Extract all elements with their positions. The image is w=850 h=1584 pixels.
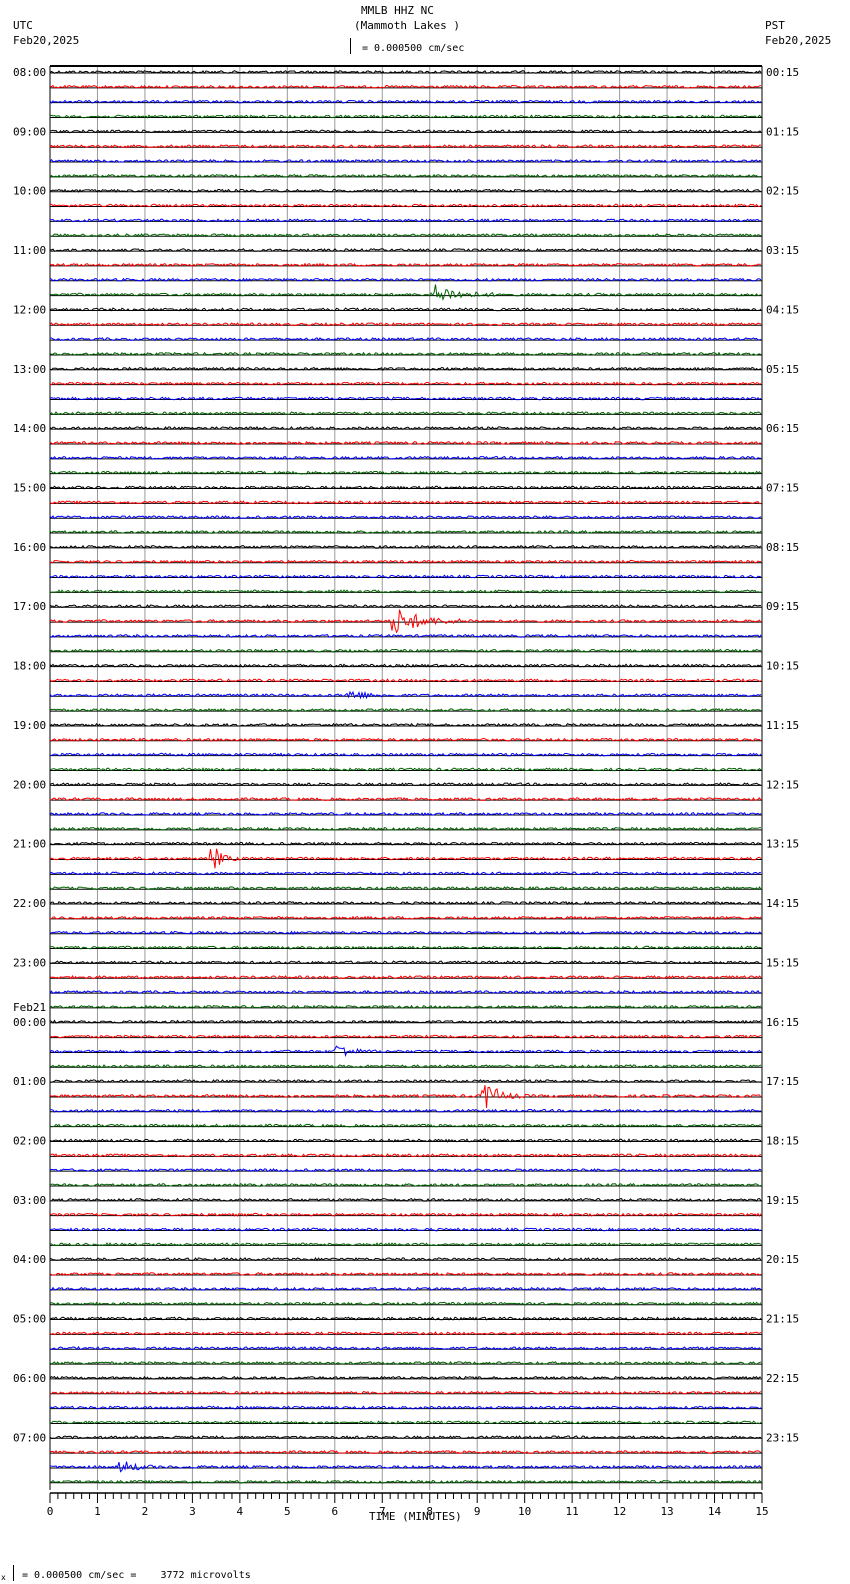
utc-hour-label: 08:00 (13, 66, 46, 79)
x-tick-label: 12 (613, 1505, 626, 1518)
utc-hour-label: 21:00 (13, 838, 46, 851)
pst-hour-label: 15:15 (766, 956, 799, 969)
utc-hour-label: 05:00 (13, 1313, 46, 1326)
pst-hour-label: 13:15 (766, 838, 799, 851)
seismic-trace (50, 1079, 762, 1084)
pst-hour-label: 01:15 (766, 125, 799, 138)
pst-hour-label: 22:15 (766, 1372, 799, 1385)
utc-hour-label: 20:00 (13, 778, 46, 791)
utc-hour-label: 11:00 (13, 244, 46, 257)
utc-hour-label: 17:00 (13, 600, 46, 613)
utc-hour-label: 10:00 (13, 185, 46, 198)
pst-hour-label: 18:15 (766, 1134, 799, 1147)
seismic-trace (49, 284, 762, 301)
pst-hour-label: 10:15 (766, 660, 799, 673)
utc-hour-label: 03:00 (13, 1194, 46, 1207)
pst-hour-label: 17:15 (766, 1075, 799, 1088)
utc-hour-label: 23:00 (13, 956, 46, 969)
x-axis-label: TIME (MINUTES) (369, 1510, 462, 1523)
pst-hour-label: 20:15 (766, 1253, 799, 1266)
x-tick-label: 6 (331, 1505, 338, 1518)
x-tick-label: 4 (237, 1505, 244, 1518)
x-tick-label: 2 (142, 1505, 149, 1518)
pst-hour-label: 08:15 (766, 541, 799, 554)
x-tick-label: 15 (755, 1505, 768, 1518)
seismic-trace (49, 663, 762, 668)
utc-hour-label: 01:00 (13, 1075, 46, 1088)
utc-hour-label: 18:00 (13, 660, 46, 673)
pst-hour-label: 16:15 (766, 1016, 799, 1029)
seismic-trace (49, 366, 762, 372)
seismic-trace (49, 690, 762, 700)
pst-hour-label: 23:15 (766, 1431, 799, 1444)
footer-scale-text: = 0.000500 cm/sec = 3772 microvolts (22, 1570, 251, 1581)
x-tick-label: 5 (284, 1505, 291, 1518)
x-tick-label: 3 (189, 1505, 196, 1518)
utc-hour-label: 06:00 (13, 1372, 46, 1385)
pst-hour-label: 19:15 (766, 1194, 799, 1207)
utc-hour-label: 00:00 (13, 1016, 46, 1029)
footer-scale-bar-icon (13, 1565, 17, 1581)
x-tick-label: 10 (518, 1505, 531, 1518)
seismic-trace (49, 871, 762, 876)
utc-hour-label: 15:00 (13, 482, 46, 495)
utc-hour-label: 14:00 (13, 422, 46, 435)
utc-hour-label: 12:00 (13, 303, 46, 316)
utc-hour-label: 19:00 (13, 719, 46, 732)
x-tick-label: 11 (566, 1505, 579, 1518)
utc-hour-label: 09:00 (13, 125, 46, 138)
seismic-trace (49, 609, 762, 634)
pst-hour-label: 05:15 (766, 363, 799, 376)
pst-hour-label: 00:15 (766, 66, 799, 79)
footer-scale-prefix: x (1, 1573, 6, 1582)
utc-hour-label: 04:00 (13, 1253, 46, 1266)
pst-hour-label: 04:15 (766, 303, 799, 316)
utc-hour-label: 13:00 (13, 363, 46, 376)
pst-hour-label: 14:15 (766, 897, 799, 910)
x-tick-label: 1 (94, 1505, 101, 1518)
pst-hour-label: 03:15 (766, 244, 799, 257)
utc-hour-label: 02:00 (13, 1134, 46, 1147)
x-tick-label: 9 (474, 1505, 481, 1518)
pst-hour-label: 06:15 (766, 422, 799, 435)
seismic-trace (49, 485, 762, 490)
pst-hour-label: 11:15 (766, 719, 799, 732)
pst-hour-label: 02:15 (766, 185, 799, 198)
seismic-trace (49, 848, 762, 869)
date-change-label: Feb21 (13, 1001, 46, 1014)
seismic-trace (49, 1461, 762, 1473)
x-tick-label: 0 (47, 1505, 54, 1518)
seismic-trace (49, 1045, 762, 1058)
utc-hour-label: 22:00 (13, 897, 46, 910)
x-tick-label: 13 (660, 1505, 673, 1518)
pst-hour-label: 12:15 (766, 778, 799, 791)
pst-hour-label: 21:15 (766, 1313, 799, 1326)
x-tick-label: 14 (708, 1505, 722, 1518)
utc-hour-label: 07:00 (13, 1431, 46, 1444)
pst-hour-label: 09:15 (766, 600, 799, 613)
helicorder-plot: 0 1 2 3 4 5 6 7 8 9 10 11 12 13 14 1508:0009:0010:0011:… (13, 65, 799, 1518)
utc-hour-label: 16:00 (13, 541, 46, 554)
pst-hour-label: 07:15 (766, 482, 799, 495)
